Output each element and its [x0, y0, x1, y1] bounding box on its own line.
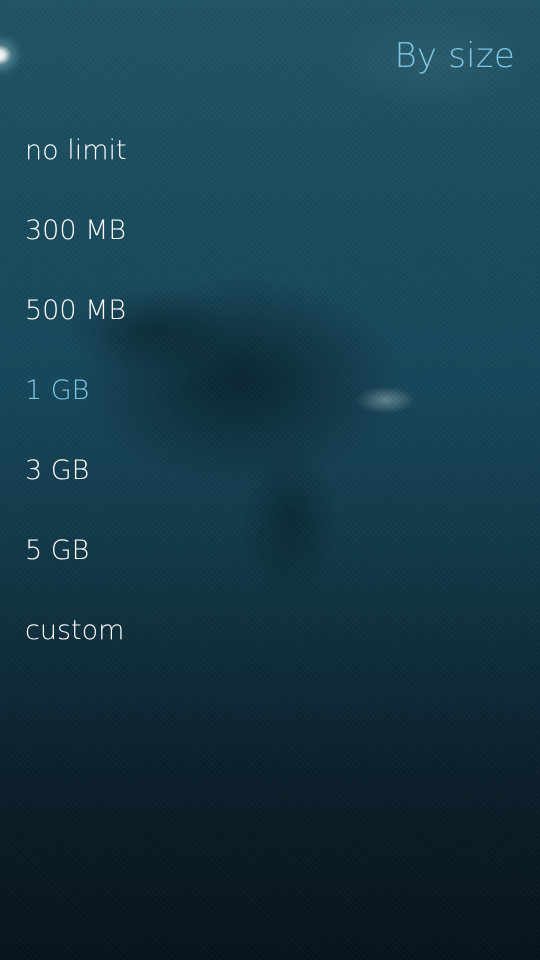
option-5-gb[interactable]: 5 GB — [0, 510, 540, 590]
option-500-mb[interactable]: 500 MB — [0, 270, 540, 350]
page-header-title: By size — [394, 36, 515, 76]
size-option-list: no limit 300 MB 500 MB 1 GB 3 GB 5 GB cu… — [0, 110, 540, 670]
option-300-mb[interactable]: 300 MB — [0, 190, 540, 270]
option-no-limit[interactable]: no limit — [0, 110, 540, 190]
pulley-menu-indicator — [0, 44, 12, 66]
option-1-gb[interactable]: 1 GB — [0, 350, 540, 430]
option-custom[interactable]: custom — [0, 590, 540, 670]
option-3-gb[interactable]: 3 GB — [0, 430, 540, 510]
